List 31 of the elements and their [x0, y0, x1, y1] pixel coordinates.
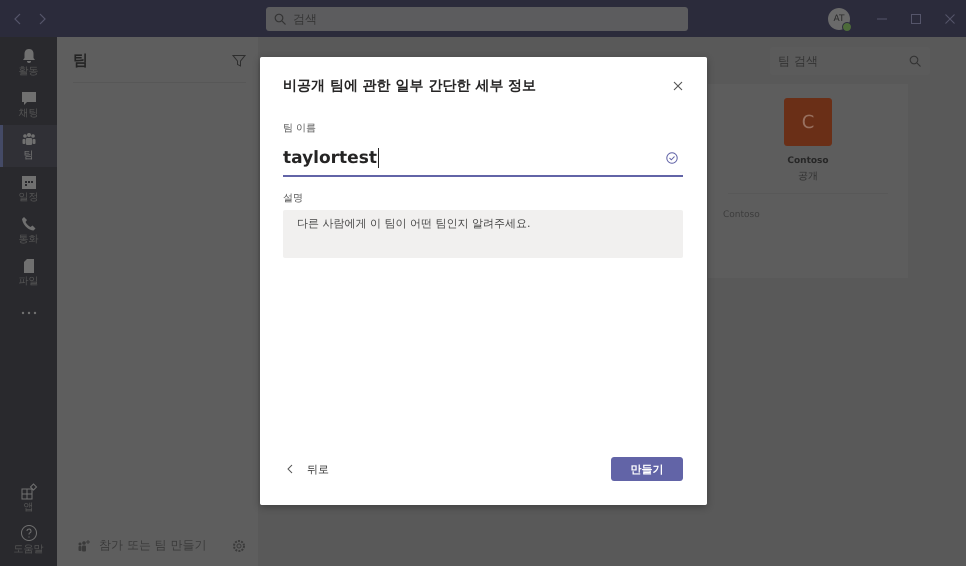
field-label: 설명 [283, 192, 303, 205]
description-field[interactable]: 다른 사람에게 이 팀이 어떤 팀인지 알려주세요. [283, 210, 683, 258]
panel-title: 팀 [73, 51, 88, 70]
help-icon [20, 524, 38, 542]
close-icon[interactable] [673, 81, 683, 91]
team-avatar: C [784, 98, 832, 146]
apps-icon [20, 482, 38, 500]
more-icon[interactable] [20, 311, 36, 315]
create-button[interactable]: 만들기 [611, 457, 683, 481]
settings-icon[interactable] [232, 538, 246, 552]
team-name-field[interactable]: taylortest [283, 139, 683, 177]
search-icon [909, 55, 921, 67]
phone-icon [20, 216, 36, 232]
calendar-icon [20, 174, 36, 190]
check-circle-icon [666, 152, 678, 164]
back-button[interactable]: 뒤로 [283, 462, 333, 476]
field-label: 팀 이름 [283, 122, 316, 135]
chat-icon [20, 90, 36, 106]
bell-icon [20, 48, 36, 64]
user-avatar[interactable]: AT [828, 8, 850, 30]
search-icon [274, 12, 286, 24]
back-icon[interactable] [14, 12, 22, 24]
people-add-icon [77, 540, 91, 552]
maximize-icon[interactable] [910, 12, 922, 24]
chevron-left-icon [287, 464, 293, 474]
filter-icon[interactable] [232, 54, 246, 68]
app-bar-item[interactable]: 팀 [0, 125, 57, 167]
forward-icon[interactable] [38, 12, 46, 24]
people-icon [20, 132, 36, 148]
dialog-title: 비공개 팀에 관한 일부 간단한 세부 정보 [283, 77, 536, 95]
team-name: Contoso [787, 156, 829, 166]
